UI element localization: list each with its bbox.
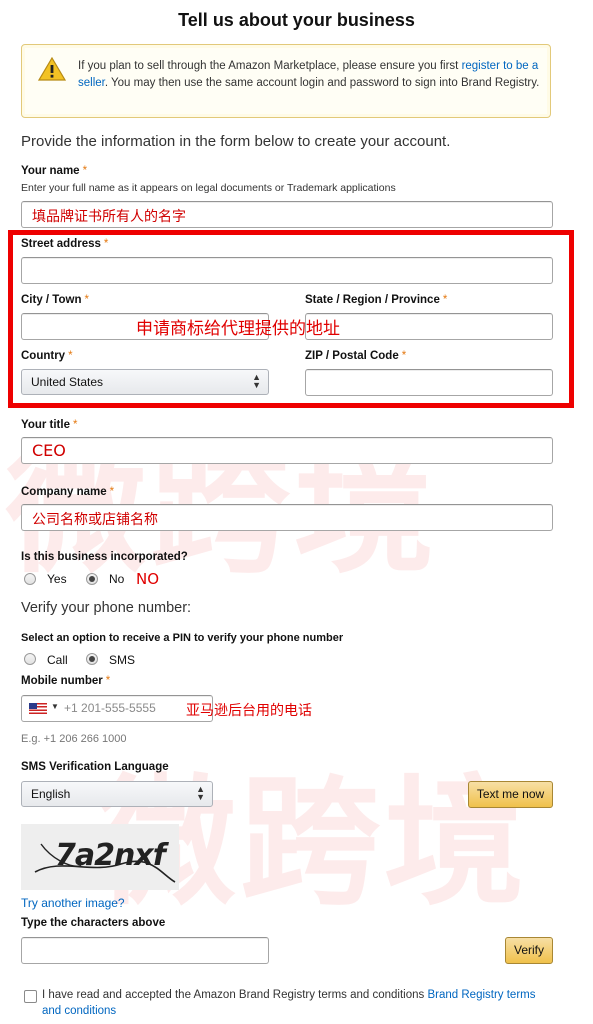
street-address-label: Street address * — [21, 238, 108, 250]
mobile-number-label: Mobile number * — [21, 675, 110, 687]
terms-checkbox[interactable] — [24, 990, 37, 1003]
select-arrows-icon: ▲ ▼ — [196, 784, 205, 802]
try-another-image-link[interactable]: Try another image? — [21, 896, 125, 910]
city-label: City / Town * — [21, 294, 89, 306]
required-mark: * — [109, 486, 115, 498]
state-label: State / Region / Province * — [305, 294, 447, 306]
required-mark: * — [105, 675, 111, 687]
verify-button[interactable]: Verify — [505, 937, 553, 964]
zip-label: ZIP / Postal Code * — [305, 350, 406, 362]
incorporated-no-radio[interactable] — [86, 573, 98, 585]
sms-label[interactable]: SMS — [109, 653, 135, 667]
captcha-input[interactable] — [21, 937, 269, 964]
alert-text-after: . You may then use the same account logi… — [104, 77, 540, 89]
required-mark: * — [84, 294, 89, 306]
city-label-text: City / Town — [21, 294, 82, 306]
zip-input[interactable] — [305, 369, 553, 396]
country-code-dropdown-icon[interactable]: ▼ — [51, 702, 59, 711]
alert-text: If you plan to sell through the Amazon M… — [78, 58, 540, 92]
captcha-text: 7a2nxf — [55, 838, 166, 873]
text-me-now-button[interactable]: Text me now — [468, 781, 553, 808]
required-mark: * — [401, 350, 407, 362]
select-arrows-icon: ▲ ▼ — [252, 372, 261, 390]
country-value: United States — [31, 375, 104, 389]
sms-language-value: English — [31, 787, 71, 801]
incorporated-annotation: NO — [136, 570, 160, 588]
sms-language-select[interactable]: English ▲ ▼ — [21, 781, 213, 807]
your-name-label: Your name * — [21, 165, 87, 177]
mobile-annotation: 亚马逊后台用的电话 — [186, 703, 312, 719]
warning-triangle-icon — [38, 57, 66, 81]
your-name-hint: Enter your full name as it appears on le… — [21, 182, 396, 194]
seller-alert: If you plan to sell through the Amazon M… — [21, 44, 551, 118]
page-title: Tell us about your business — [178, 10, 415, 30]
required-mark: * — [82, 165, 88, 177]
required-mark: * — [442, 294, 448, 306]
incorporated-no-label[interactable]: No — [109, 572, 124, 586]
street-address-label-text: Street address — [21, 238, 101, 250]
pin-option-label: Select an option to receive a PIN to ver… — [21, 632, 344, 644]
country-label-text: Country — [21, 350, 66, 362]
street-address-input[interactable] — [21, 257, 553, 284]
country-select[interactable]: United States ▲ ▼ — [21, 369, 269, 395]
your-name-input[interactable]: 填品牌证书所有人的名字 — [21, 201, 553, 228]
your-name-label-text: Your name — [21, 165, 80, 177]
required-mark: * — [68, 350, 73, 362]
mobile-number-input[interactable]: ▼ +1 201-555-5555 — [21, 695, 213, 722]
alert-text-before: If you plan to sell through the Amazon M… — [78, 60, 462, 72]
captcha-label: Type the characters above — [21, 917, 166, 929]
your-name-value: 填品牌证书所有人的名字 — [32, 209, 186, 225]
terms-text: I have read and accepted the Amazon Bran… — [42, 987, 552, 1019]
your-title-label: Your title * — [21, 419, 77, 431]
sms-language-label: SMS Verification Language — [21, 761, 169, 773]
mobile-number-label-text: Mobile number — [21, 675, 103, 687]
state-label-text: State / Region / Province — [305, 294, 440, 306]
incorporated-label: Is this business incorporated? — [21, 551, 188, 563]
address-annotation: 申请商标给代理提供的地址 — [136, 319, 340, 339]
zip-label-text: ZIP / Postal Code — [305, 350, 399, 362]
verify-phone-heading: Verify your phone number: — [21, 600, 192, 616]
company-name-label: Company name * — [21, 486, 114, 498]
form-intro: Provide the information in the form belo… — [21, 133, 451, 150]
us-flag-canton — [29, 703, 37, 709]
company-name-value: 公司名称或店铺名称 — [32, 512, 158, 528]
company-name-input[interactable]: 公司名称或店铺名称 — [21, 504, 553, 531]
country-label: Country * — [21, 350, 73, 362]
required-mark: * — [103, 238, 109, 250]
incorporated-yes-label[interactable]: Yes — [47, 572, 67, 586]
your-title-label-text: Your title — [21, 419, 70, 431]
us-flag-icon — [29, 703, 47, 714]
required-mark: * — [72, 419, 78, 431]
call-radio[interactable] — [24, 653, 36, 665]
sms-radio[interactable] — [86, 653, 98, 665]
captcha-image: 7a2nxf — [21, 824, 179, 890]
terms-text-body: I have read and accepted the Amazon Bran… — [42, 989, 428, 1001]
incorporated-yes-radio[interactable] — [24, 573, 36, 585]
state-input[interactable] — [305, 313, 553, 340]
mobile-example: E.g. +1 206 266 1000 — [21, 733, 127, 745]
your-title-value: CEO — [32, 441, 66, 460]
page: 微跨境 微跨境 Tell us about your business If y… — [0, 0, 593, 1024]
mobile-number-placeholder: +1 201-555-5555 — [64, 701, 156, 715]
company-name-label-text: Company name — [21, 486, 107, 498]
call-label[interactable]: Call — [47, 653, 68, 667]
your-title-input[interactable]: CEO — [21, 437, 553, 464]
